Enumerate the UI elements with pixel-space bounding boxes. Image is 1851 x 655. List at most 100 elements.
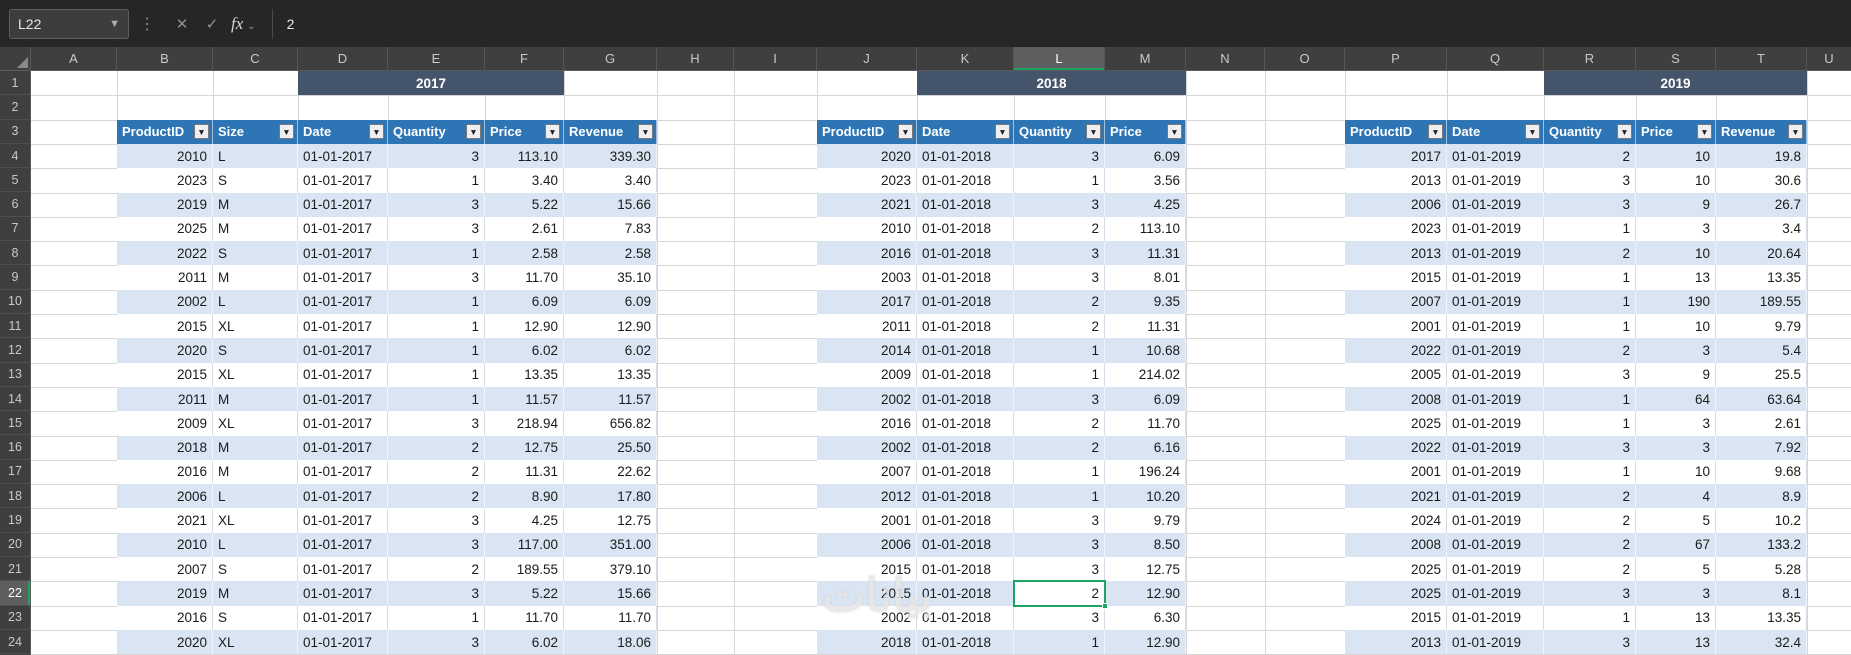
table-header-size[interactable]: Size ▼ bbox=[213, 119, 298, 144]
cell-L21[interactable]: 3 bbox=[1014, 557, 1105, 582]
filter-dropdown-icon[interactable]: ▼ bbox=[369, 124, 384, 140]
cell-M14[interactable]: 6.09 bbox=[1105, 386, 1186, 412]
row-header-15[interactable]: 15 bbox=[0, 411, 31, 436]
table-header-productid[interactable]: ProductID ▼ bbox=[817, 119, 917, 144]
cell-F11[interactable]: 12.90 bbox=[485, 314, 564, 339]
cell-R21[interactable]: 2 bbox=[1544, 557, 1636, 582]
cell-L7[interactable]: 2 bbox=[1014, 216, 1105, 242]
cell-E9[interactable]: 3 bbox=[388, 265, 485, 290]
row-header-14[interactable]: 14 bbox=[0, 386, 31, 412]
cell-D21[interactable]: 01-01-2017 bbox=[298, 557, 388, 582]
cell-P17[interactable]: 2001 bbox=[1345, 459, 1447, 485]
column-header-S[interactable]: S bbox=[1636, 47, 1716, 71]
cell-Q17[interactable]: 01-01-2019 bbox=[1447, 459, 1544, 485]
cell-S16[interactable]: 3 bbox=[1636, 435, 1716, 460]
filter-dropdown-icon[interactable]: ▼ bbox=[466, 124, 481, 140]
cell-G5[interactable]: 3.40 bbox=[564, 168, 657, 193]
cell-E17[interactable]: 2 bbox=[388, 459, 485, 485]
table-header-revenue[interactable]: Revenue ▼ bbox=[1716, 119, 1807, 144]
cell-S21[interactable]: 5 bbox=[1636, 557, 1716, 582]
cell-D18[interactable]: 01-01-2017 bbox=[298, 484, 388, 509]
cell-C14[interactable]: M bbox=[213, 386, 298, 412]
cell-L24[interactable]: 1 bbox=[1014, 629, 1105, 655]
cell-G10[interactable]: 6.09 bbox=[564, 289, 657, 314]
cell-C22[interactable]: M bbox=[213, 581, 298, 606]
cell-K11[interactable]: 01-01-2018 bbox=[917, 314, 1014, 339]
cell-T16[interactable]: 7.92 bbox=[1716, 435, 1807, 460]
cell-F6[interactable]: 5.22 bbox=[485, 192, 564, 217]
cell-T6[interactable]: 26.7 bbox=[1716, 192, 1807, 217]
enter-icon[interactable]: ✓ bbox=[197, 15, 227, 33]
cell-Q18[interactable]: 01-01-2019 bbox=[1447, 484, 1544, 509]
cell-C7[interactable]: M bbox=[213, 216, 298, 242]
cell-S5[interactable]: 10 bbox=[1636, 168, 1716, 193]
cell-E7[interactable]: 3 bbox=[388, 216, 485, 242]
cell-Q20[interactable]: 01-01-2019 bbox=[1447, 532, 1544, 557]
cell-E5[interactable]: 1 bbox=[388, 168, 485, 193]
cell-E21[interactable]: 2 bbox=[388, 557, 485, 582]
filter-dropdown-icon[interactable]: ▼ bbox=[545, 124, 560, 140]
cell-B13[interactable]: 2015 bbox=[117, 362, 213, 387]
cell-J19[interactable]: 2001 bbox=[817, 508, 917, 533]
cell-P7[interactable]: 2023 bbox=[1345, 216, 1447, 242]
filter-dropdown-icon[interactable]: ▼ bbox=[1428, 124, 1443, 140]
cell-E8[interactable]: 1 bbox=[388, 241, 485, 266]
cell-F21[interactable]: 189.55 bbox=[485, 557, 564, 582]
cell-C17[interactable]: M bbox=[213, 459, 298, 485]
chevron-down-icon[interactable]: ▼ bbox=[109, 18, 120, 30]
cell-K22[interactable]: 01-01-2018 bbox=[917, 581, 1014, 606]
cell-K20[interactable]: 01-01-2018 bbox=[917, 532, 1014, 557]
cell-T20[interactable]: 133.2 bbox=[1716, 532, 1807, 557]
column-header-O[interactable]: O bbox=[1265, 47, 1345, 71]
cell-K15[interactable]: 01-01-2018 bbox=[917, 411, 1014, 436]
cell-D12[interactable]: 01-01-2017 bbox=[298, 338, 388, 363]
cell-F12[interactable]: 6.02 bbox=[485, 338, 564, 363]
cell-M13[interactable]: 214.02 bbox=[1105, 362, 1186, 387]
cell-K4[interactable]: 01-01-2018 bbox=[917, 143, 1014, 169]
cell-F19[interactable]: 4.25 bbox=[485, 508, 564, 533]
cell-C8[interactable]: S bbox=[213, 241, 298, 266]
cell-E10[interactable]: 1 bbox=[388, 289, 485, 314]
cell-G18[interactable]: 17.80 bbox=[564, 484, 657, 509]
cell-D9[interactable]: 01-01-2017 bbox=[298, 265, 388, 290]
cell-M7[interactable]: 113.10 bbox=[1105, 216, 1186, 242]
cell-L13[interactable]: 1 bbox=[1014, 362, 1105, 387]
cell-L4[interactable]: 3 bbox=[1014, 143, 1105, 169]
cell-C10[interactable]: L bbox=[213, 289, 298, 314]
cell-R4[interactable]: 2 bbox=[1544, 143, 1636, 169]
cell-E24[interactable]: 3 bbox=[388, 629, 485, 655]
cell-P12[interactable]: 2022 bbox=[1345, 338, 1447, 363]
cell-D22[interactable]: 01-01-2017 bbox=[298, 581, 388, 606]
row-header-6[interactable]: 6 bbox=[0, 192, 31, 217]
cell-F15[interactable]: 218.94 bbox=[485, 411, 564, 436]
cell-T23[interactable]: 13.35 bbox=[1716, 605, 1807, 630]
cell-F22[interactable]: 5.22 bbox=[485, 581, 564, 606]
table-header-price[interactable]: Price ▼ bbox=[1636, 119, 1716, 144]
cell-P11[interactable]: 2001 bbox=[1345, 314, 1447, 339]
cell-S18[interactable]: 4 bbox=[1636, 484, 1716, 509]
cell-P21[interactable]: 2025 bbox=[1345, 557, 1447, 582]
column-header-U[interactable]: U bbox=[1807, 47, 1851, 71]
spreadsheet-grid[interactable]: 2017 2018 2019 ProductID ▼ Size ▼ Date ▼ Quantity… bbox=[0, 47, 1851, 655]
cell-J16[interactable]: 2002 bbox=[817, 435, 917, 460]
cell-F4[interactable]: 113.10 bbox=[485, 143, 564, 169]
column-header-G[interactable]: G bbox=[564, 47, 657, 71]
cell-D16[interactable]: 01-01-2017 bbox=[298, 435, 388, 460]
cell-S7[interactable]: 3 bbox=[1636, 216, 1716, 242]
cell-L5[interactable]: 1 bbox=[1014, 168, 1105, 193]
cell-F23[interactable]: 11.70 bbox=[485, 605, 564, 630]
row-header-23[interactable]: 23 bbox=[0, 605, 31, 630]
column-header-J[interactable]: J bbox=[817, 47, 917, 71]
table-header-quantity[interactable]: Quantity ▼ bbox=[1544, 119, 1636, 144]
cell-C12[interactable]: S bbox=[213, 338, 298, 363]
table-header-productid[interactable]: ProductID ▼ bbox=[1345, 119, 1447, 144]
cell-M23[interactable]: 6.30 bbox=[1105, 605, 1186, 630]
cell-D24[interactable]: 01-01-2017 bbox=[298, 629, 388, 655]
cell-J11[interactable]: 2011 bbox=[817, 314, 917, 339]
cell-Q8[interactable]: 01-01-2019 bbox=[1447, 241, 1544, 266]
cell-D6[interactable]: 01-01-2017 bbox=[298, 192, 388, 217]
row-header-2[interactable]: 2 bbox=[0, 95, 31, 120]
cell-R6[interactable]: 3 bbox=[1544, 192, 1636, 217]
cell-Q5[interactable]: 01-01-2019 bbox=[1447, 168, 1544, 193]
cell-R22[interactable]: 3 bbox=[1544, 581, 1636, 606]
